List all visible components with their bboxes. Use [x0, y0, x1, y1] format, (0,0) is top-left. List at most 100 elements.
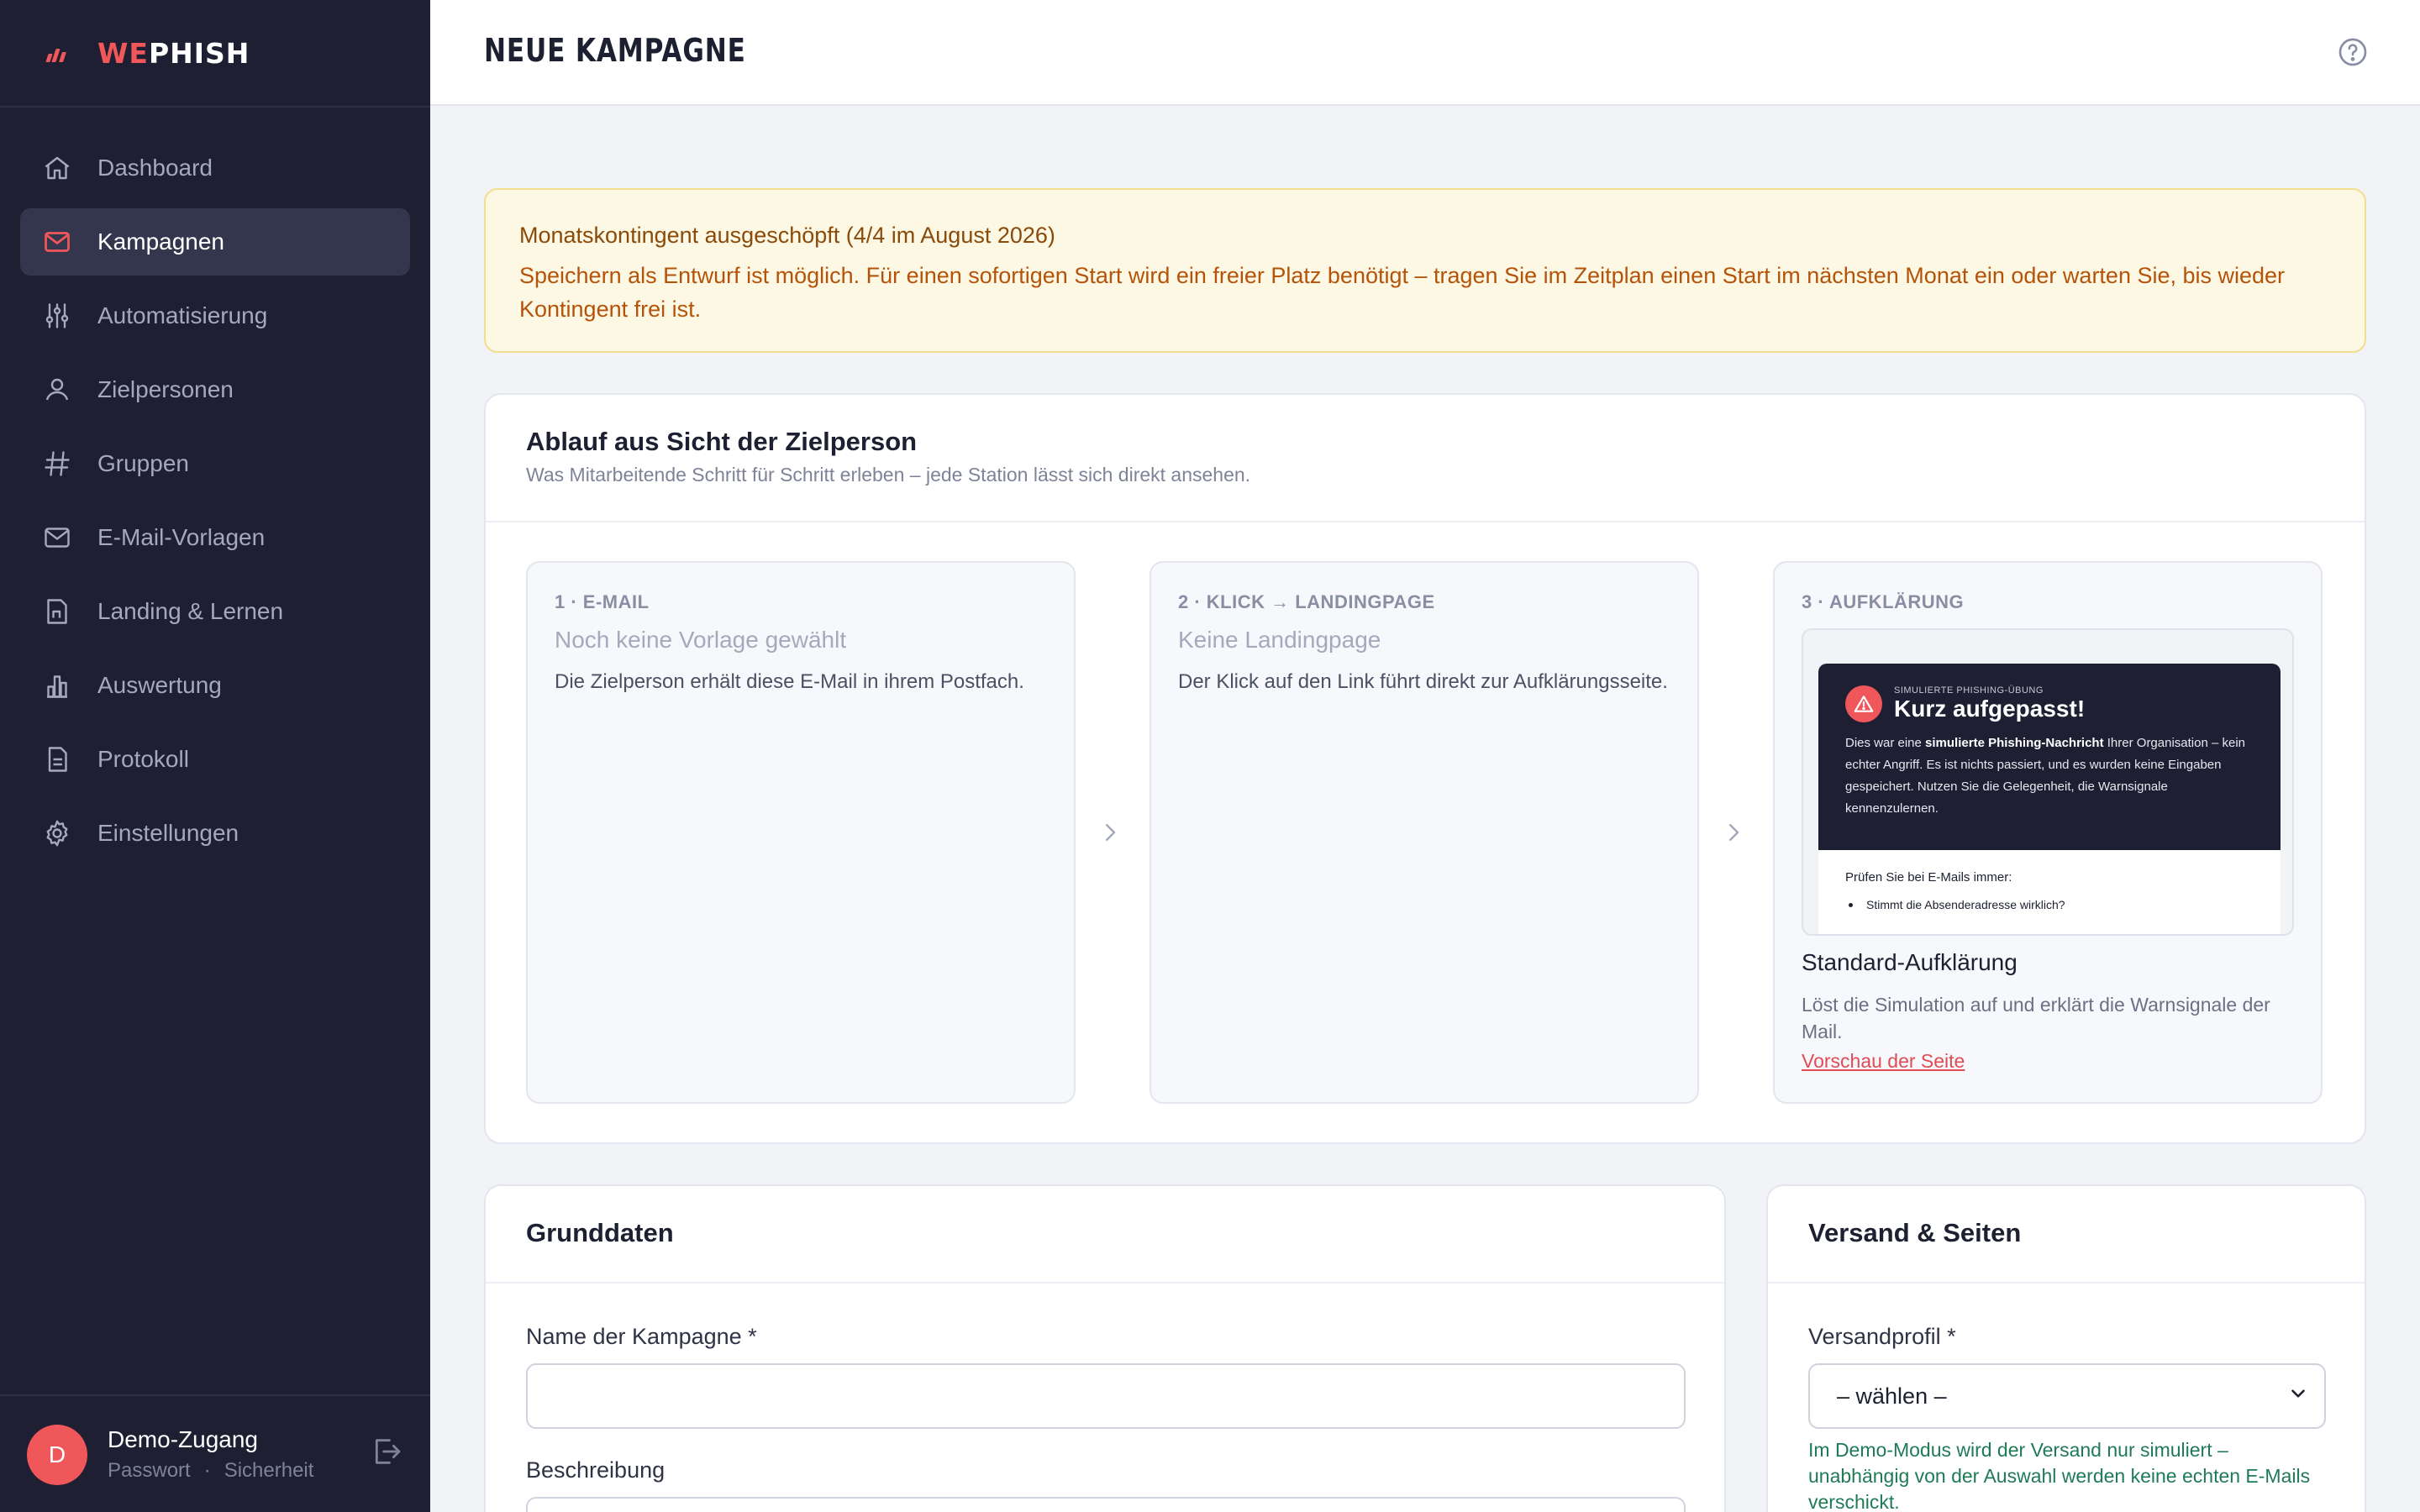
home-icon	[40, 151, 74, 185]
hash-icon	[40, 447, 74, 480]
password-link[interactable]: Passwort	[108, 1459, 191, 1482]
sidebar-item-landing-lernen[interactable]: Landing & Lernen	[20, 578, 410, 645]
step-description: Die Zielperson erhält diese E-Mail in ih…	[555, 670, 1024, 693]
preview-check-title: Prüfen Sie bei E-Mails immer:	[1845, 870, 2012, 885]
user-name: Demo-Zugang	[108, 1426, 258, 1452]
sidebar-item-automatisierung[interactable]: Automatisierung	[20, 282, 410, 349]
quota-alert: Monatskontingent ausgeschöpft (4/4 im Au…	[484, 188, 2366, 353]
step-name: Noch keine Vorlage gewählt	[555, 627, 847, 653]
sidebar-item-label: E-Mail-Vorlagen	[97, 524, 266, 550]
sidebar-item-label: Auswertung	[97, 672, 222, 698]
chevron-right-icon	[1097, 818, 1123, 847]
sidebar-item-label: Einstellungen	[97, 820, 239, 846]
sidebar-item-label: Automatisierung	[97, 302, 268, 328]
sidebar-item-kampagnen[interactable]: Kampagnen	[20, 208, 410, 276]
preview-text-part: Dies war eine	[1845, 736, 1926, 750]
preview-banner: SIMULIERTE PHISHING-ÜBUNG Kurz aufgepass…	[1818, 664, 2281, 850]
logo-icon	[45, 44, 71, 62]
logo-we: WE	[97, 36, 149, 70]
chevron-right-icon	[1721, 818, 1746, 847]
sidebar-divider	[0, 106, 430, 108]
chevron-down-icon	[2287, 1383, 2309, 1410]
preview-text-bold: simulierte Phishing-Nachricht	[1925, 736, 2104, 750]
user-panel: D Demo-Zugang Passwort · Sicherheit	[27, 1425, 313, 1485]
chart-icon	[40, 669, 74, 702]
sidebar-item-zielpersonen[interactable]: Zielpersonen	[20, 356, 410, 423]
preview-title: Kurz aufgepasst!	[1894, 696, 2086, 722]
sidebar: WEPHISH Dashboard Kampagnen Automatisier…	[0, 0, 430, 1512]
preview-bullet: Stimmt die Absenderadresse wirklich?	[1845, 898, 2254, 911]
step-email[interactable]: 1 · E-MAIL Noch keine Vorlage gewählt Di…	[526, 561, 1076, 1104]
description-label: Beschreibung	[526, 1457, 666, 1483]
user-links: Passwort · Sicherheit	[108, 1457, 313, 1484]
avatar: D	[27, 1425, 87, 1485]
sending-title: Versand & Seiten	[1808, 1218, 2022, 1247]
gear-icon	[40, 816, 74, 850]
sending-profile-label: Versandprofil *	[1808, 1324, 1956, 1349]
flow-subtitle: Was Mitarbeitende Schritt für Schritt er…	[526, 464, 1251, 486]
step-awareness[interactable]: 3 · AUFKLÄRUNG SIMULIERTE PHISHING-ÜBUNG…	[1773, 561, 2323, 1104]
sending-card: Versand & Seiten Versandprofil * – wähle…	[1766, 1184, 2366, 1512]
security-link[interactable]: Sicherheit	[224, 1459, 314, 1482]
alert-body: Speichern als Entwurf ist möglich. Für e…	[519, 263, 2286, 322]
preview-page: SIMULIERTE PHISHING-ÜBUNG Kurz aufgepass…	[1818, 664, 2281, 934]
step-description: Löst die Simulation auf und erklärt die …	[1802, 994, 2270, 1042]
campaign-name-input[interactable]	[526, 1363, 1686, 1429]
sliders-icon	[40, 299, 74, 333]
description-input[interactable]	[526, 1497, 1686, 1512]
top-header: NEUE KAMPAGNE	[430, 0, 2420, 106]
user-icon	[40, 373, 74, 407]
document-icon	[40, 743, 74, 776]
mail-icon	[40, 225, 74, 259]
sending-profile-select[interactable]: – wählen –	[1808, 1363, 2326, 1429]
page-title: NEUE KAMPAGNE	[484, 32, 746, 69]
step-name: Standard-Aufklärung	[1802, 949, 2018, 975]
step-landingpage[interactable]: 2 · KLICK → LANDINGPAGE Keine Landingpag…	[1150, 561, 1699, 1104]
step-description: Der Klick auf den Link führt direkt zur …	[1178, 670, 1668, 693]
basics-card: Grunddaten Name der Kampagne * Beschreib…	[484, 1184, 1726, 1512]
sidebar-item-dashboard[interactable]: Dashboard	[20, 134, 410, 202]
sidebar-nav: Dashboard Kampagnen Automatisierung Ziel…	[20, 134, 410, 874]
campaign-name-label: Name der Kampagne *	[526, 1324, 757, 1349]
preview-kicker: SIMULIERTE PHISHING-ÜBUNG	[1894, 685, 2044, 696]
sidebar-item-gruppen[interactable]: Gruppen	[20, 430, 410, 497]
logo-phish: PHISH	[148, 36, 250, 70]
sidebar-item-email-vorlagen[interactable]: E-Mail-Vorlagen	[20, 504, 410, 571]
flow-card: Ablauf aus Sicht der Zielperson Was Mita…	[484, 393, 2366, 1144]
alert-title: Monatskontingent ausgeschöpft (4/4 im Au…	[519, 223, 1055, 248]
logo-text: WEPHISH	[97, 37, 250, 70]
sending-card-header: Versand & Seiten	[1768, 1186, 2365, 1284]
sidebar-item-auswertung[interactable]: Auswertung	[20, 652, 410, 719]
sidebar-item-label: Gruppen	[97, 450, 189, 476]
flow-steps: 1 · E-MAIL Noch keine Vorlage gewählt Di…	[526, 561, 2324, 1104]
basics-card-header: Grunddaten	[486, 1186, 1724, 1284]
sidebar-item-label: Kampagnen	[97, 228, 225, 255]
sending-profile-value: – wählen –	[1837, 1383, 1947, 1409]
sidebar-item-label: Protokoll	[97, 746, 189, 772]
page-icon	[40, 595, 74, 628]
sidebar-item-label: Landing & Lernen	[97, 598, 284, 624]
sidebar-item-label: Zielpersonen	[97, 376, 234, 402]
preview-checklist: Prüfen Sie bei E-Mails immer: Stimmt die…	[1818, 850, 2281, 932]
basics-title: Grunddaten	[526, 1218, 674, 1247]
flow-title: Ablauf aus Sicht der Zielperson	[526, 427, 918, 456]
sidebar-item-protokoll[interactable]: Protokoll	[20, 726, 410, 793]
step-label: 2 · KLICK → LANDINGPAGE	[1178, 591, 1435, 612]
envelope-icon	[40, 521, 74, 554]
flow-card-header: Ablauf aus Sicht der Zielperson Was Mita…	[486, 395, 2365, 522]
logout-icon[interactable]	[370, 1435, 403, 1468]
sidebar-item-label: Dashboard	[97, 155, 213, 181]
preview-text: Dies war eine simulierte Phishing-Nachri…	[1845, 732, 2254, 820]
step-name: Keine Landingpage	[1178, 627, 1381, 653]
step-label: 3 · AUFKLÄRUNG	[1802, 591, 1965, 612]
warning-icon	[1845, 685, 1882, 722]
step-label: 1 · E-MAIL	[555, 591, 650, 612]
user-links-separator: ·	[203, 1459, 211, 1482]
app-logo[interactable]: WEPHISH	[45, 32, 250, 74]
preview-page-link[interactable]: Vorschau der Seite	[1802, 1050, 1965, 1073]
sidebar-item-einstellungen[interactable]: Einstellungen	[20, 800, 410, 867]
demo-mode-hint: Im Demo-Modus wird der Versand nur simul…	[1808, 1439, 2311, 1512]
sidebar-footer-divider	[0, 1394, 430, 1396]
help-circle-icon[interactable]	[2336, 35, 2370, 69]
awareness-page-preview[interactable]: SIMULIERTE PHISHING-ÜBUNG Kurz aufgepass…	[1802, 628, 2294, 936]
